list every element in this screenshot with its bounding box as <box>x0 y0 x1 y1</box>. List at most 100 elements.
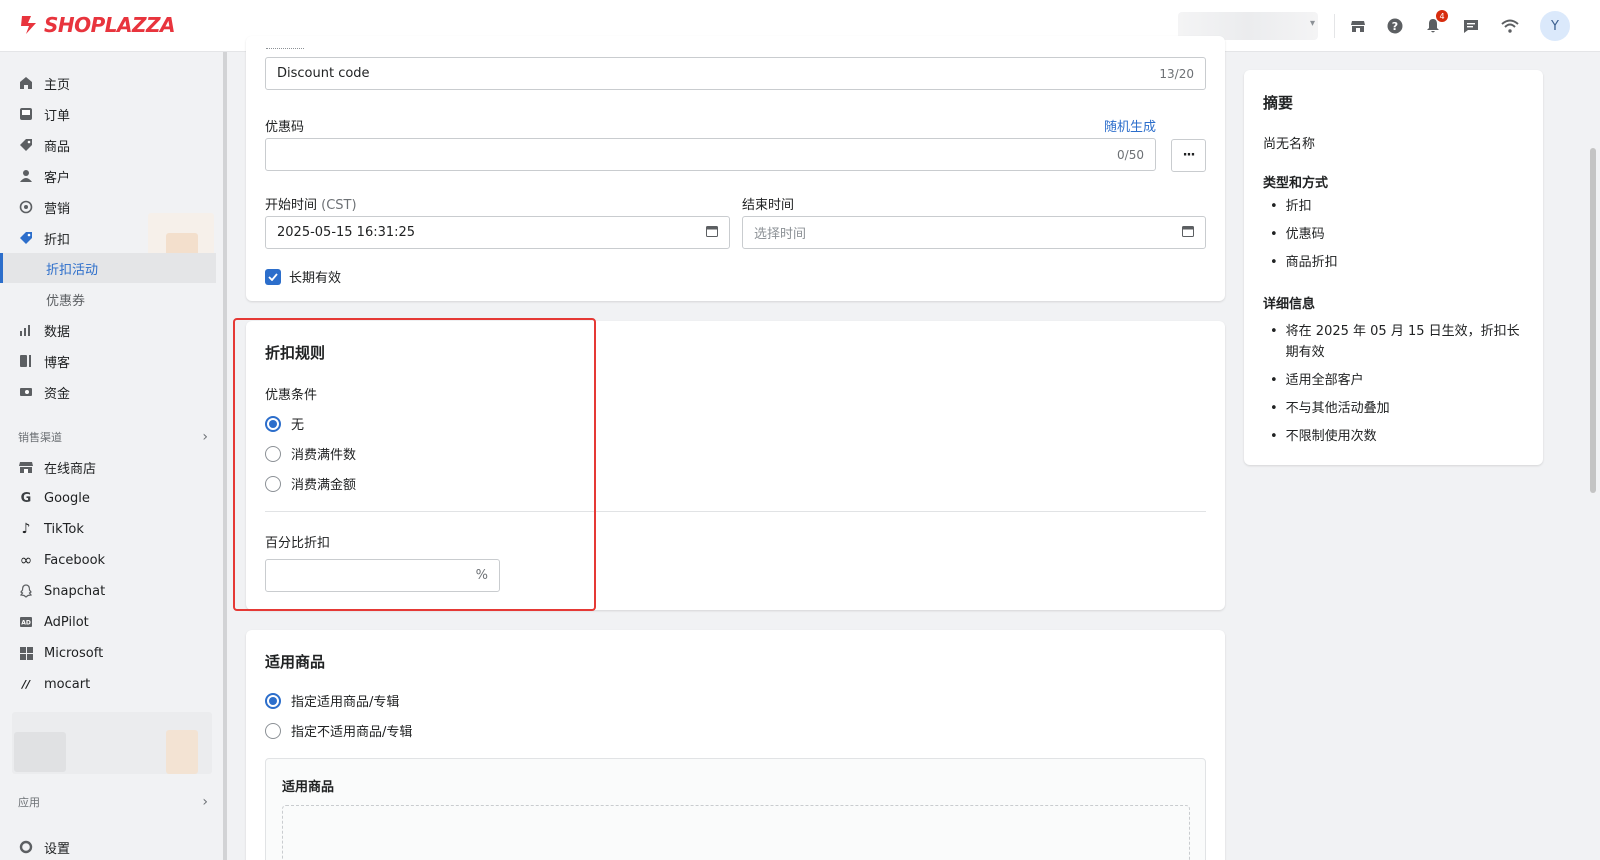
notification-badge: 4 <box>1436 10 1448 22</box>
summary-type-item: 优惠码 <box>1270 224 1520 245</box>
products-option-include[interactable]: 指定适用商品/专辑 <box>265 691 399 710</box>
chevron-down-icon[interactable]: ▾ <box>1310 18 1315 29</box>
sidebar-item-label: 营销 <box>44 201 71 217</box>
sidebar-item-online-store[interactable]: 在线商店 <box>0 452 216 482</box>
radio-unselected-icon[interactable] <box>265 722 281 739</box>
sidebar-item-label: 折扣 <box>44 232 71 248</box>
long-term-checkbox-row[interactable]: 长期有效 <box>265 267 341 286</box>
topbar-divider <box>1334 14 1335 38</box>
products-option-exclude[interactable]: 指定不适用商品/专辑 <box>265 721 412 740</box>
sidebar-item-facebook[interactable]: ∞ Facebook <box>0 545 216 575</box>
sidebar-item-label: Microsoft <box>44 645 104 661</box>
inbox-icon <box>18 106 34 122</box>
blurred-region <box>14 732 66 772</box>
sidebar-item-label: Snapchat <box>44 583 106 599</box>
target-icon <box>18 199 34 215</box>
logo-mark-icon <box>21 16 36 34</box>
sidebar-item-label: 资金 <box>44 386 71 402</box>
ghost-icon <box>18 583 34 599</box>
shoplazza-logo[interactable]: SHOPLAZZA <box>18 13 176 37</box>
sidebar-item-label: 折扣活动 <box>46 262 99 278</box>
sidebar-item-blog[interactable]: 博客 <box>0 346 216 376</box>
gear-icon <box>18 839 34 855</box>
sidebar-item-products[interactable]: 商品 <box>0 130 216 160</box>
sidebar-item-finance[interactable]: 资金 <box>0 377 216 407</box>
sidebar-item-snapchat[interactable]: Snapchat <box>0 576 216 606</box>
summary-detail-item: 不与其他活动叠加 <box>1270 398 1520 419</box>
summary-type-item: 折扣 <box>1270 196 1520 217</box>
condition-option-amount[interactable]: 消费满金额 <box>265 474 356 493</box>
page-scrollbar[interactable] <box>1589 52 1597 860</box>
condition-option-quantity[interactable]: 消费满件数 <box>265 444 356 463</box>
summary-detail-item: 适用全部客户 <box>1270 370 1520 391</box>
percent-discount-input[interactable]: % <box>265 559 500 592</box>
chat-icon[interactable] <box>1459 14 1483 38</box>
condition-option-none[interactable]: 无 <box>265 414 304 433</box>
sidebar-item-customers[interactable]: 客户 <box>0 161 216 191</box>
sidebar-scrollbar[interactable] <box>223 52 227 860</box>
sidebar-item-discount-activities[interactable]: 折扣活动 <box>0 253 216 283</box>
store-icon <box>18 459 34 475</box>
help-icon[interactable]: ? <box>1383 14 1407 38</box>
checkbox-checked-icon[interactable] <box>265 268 281 285</box>
percent-suffix: % <box>475 568 488 583</box>
radio-selected-icon[interactable] <box>265 692 281 709</box>
panel-title: 适用商品 <box>282 780 335 795</box>
bell-icon[interactable]: 4 <box>1421 10 1448 38</box>
windows-icon <box>18 645 34 661</box>
money-icon <box>18 384 34 400</box>
char-counter: 0/50 <box>1117 147 1144 162</box>
condition-label: 优惠条件 <box>265 388 318 403</box>
section-title: 应用 <box>18 796 40 809</box>
more-options-button[interactable]: ··· <box>1171 139 1206 172</box>
discount-code-label: 优惠码 <box>265 120 305 135</box>
user-avatar[interactable]: Y <box>1540 11 1570 41</box>
sidebar-item-analytics[interactable]: 数据 <box>0 315 216 345</box>
discount-code-input[interactable]: 0/50 <box>265 138 1156 171</box>
sidebar-item-coupons[interactable]: 优惠券 <box>0 284 216 314</box>
sidebar-item-orders[interactable]: 订单 <box>0 99 216 129</box>
section-title: 销售渠道 <box>18 431 62 444</box>
discount-title-input[interactable]: Discount code 13/20 <box>265 57 1206 90</box>
sidebar-item-label: 数据 <box>44 324 71 340</box>
radio-selected-icon[interactable] <box>265 415 281 432</box>
sidebar-item-label: 优惠券 <box>46 293 86 309</box>
apps-header[interactable]: 应用 › <box>18 794 208 810</box>
calendar-icon <box>706 225 718 241</box>
radio-label: 无 <box>291 418 305 433</box>
summary-detail-item: 不限制使用次数 <box>1270 426 1520 447</box>
random-generate-link[interactable]: 随机生成 <box>1104 116 1156 135</box>
scrollbar-thumb[interactable] <box>1590 148 1596 493</box>
chevron-right-icon: › <box>202 429 208 445</box>
store-icon[interactable] <box>1346 14 1370 38</box>
start-time-input[interactable]: 2025-05-15 16:31:25 <box>265 216 730 249</box>
brand-name: SHOPLAZZA <box>44 13 176 37</box>
radio-label: 指定适用商品/专辑 <box>291 695 400 710</box>
card-title: 折扣规则 <box>265 344 326 362</box>
end-time-label: 结束时间 <box>742 198 795 213</box>
label-underline <box>266 48 304 49</box>
sidebar-item-settings[interactable]: 设置 <box>0 832 216 860</box>
end-time-input[interactable]: 选择时间 <box>742 216 1206 249</box>
wifi-icon[interactable] <box>1498 14 1522 38</box>
sidebar-item-home[interactable]: 主页 <box>0 68 216 98</box>
svg-text:?: ? <box>1392 20 1398 33</box>
more-horizontal-icon: ··· <box>1182 148 1196 163</box>
sidebar-item-adpilot[interactable]: AD AdPilot <box>0 607 216 637</box>
sidebar-item-google[interactable]: G Google <box>0 483 216 513</box>
bar-chart-icon <box>18 322 34 338</box>
radio-unselected-icon[interactable] <box>265 475 281 492</box>
product-dropzone[interactable] <box>282 805 1190 860</box>
meta-icon: ∞ <box>19 551 33 569</box>
blog-icon <box>18 353 34 369</box>
google-icon: G <box>20 490 32 506</box>
sales-channels-header[interactable]: 销售渠道 › <box>18 429 208 445</box>
sidebar-item-mocart[interactable]: // mocart <box>0 669 216 699</box>
input-value: 2025-05-15 16:31:25 <box>277 225 416 240</box>
sidebar-item-label: 主页 <box>44 77 71 93</box>
sidebar-item-microsoft[interactable]: Microsoft <box>0 638 216 668</box>
radio-unselected-icon[interactable] <box>265 445 281 462</box>
sidebar-item-tiktok[interactable]: ♪ TikTok <box>0 514 216 544</box>
char-counter: 13/20 <box>1159 66 1194 81</box>
summary-title: 摘要 <box>1263 94 1294 112</box>
